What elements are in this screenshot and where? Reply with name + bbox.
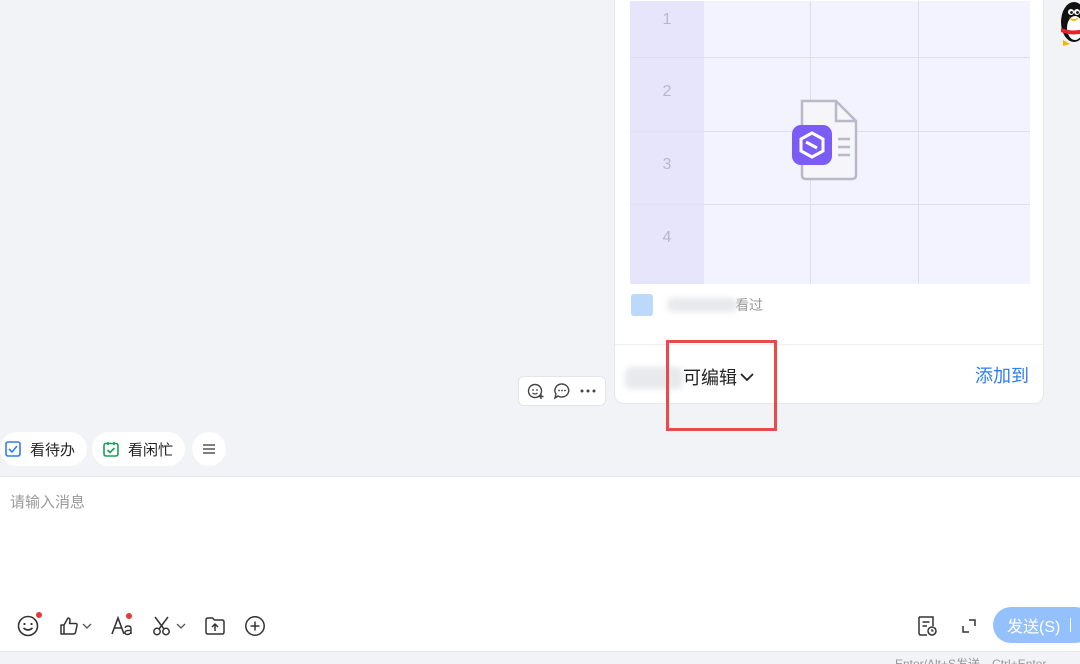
chevron-down-icon — [82, 623, 92, 629]
upload-file-icon — [205, 617, 225, 635]
history-icon — [918, 616, 937, 636]
send-button[interactable]: 发送(S) — [993, 607, 1080, 643]
message-actions — [518, 376, 606, 406]
busy-status-chip[interactable]: 看闲忙 — [92, 432, 186, 466]
thumbs-up-button[interactable] — [58, 615, 92, 637]
highlight-annotation — [666, 340, 777, 431]
viewed-label: 看过 — [735, 297, 763, 313]
more-apps-button[interactable] — [244, 615, 266, 637]
chevron-down-icon — [176, 623, 186, 629]
thumbs-up-icon — [60, 617, 78, 635]
document-file-icon — [792, 99, 858, 181]
expand-icon — [962, 619, 976, 633]
font-format-button[interactable] — [110, 613, 134, 637]
comment-icon[interactable] — [553, 382, 571, 400]
add-to-button[interactable]: 添加到 — [975, 362, 1029, 388]
screenshot-button[interactable] — [152, 615, 186, 637]
send-shortcut-hint: Enter/Alt+S发送，Ctrl+Enter — [895, 657, 1047, 664]
calendar-check-icon — [102, 440, 120, 458]
history-button[interactable] — [915, 613, 939, 639]
row-number: 2 — [662, 83, 672, 100]
notification-dot — [126, 613, 132, 619]
checkbox-icon — [4, 440, 22, 458]
expand-editor-button[interactable] — [960, 613, 978, 639]
penguin-icon — [1061, 2, 1080, 46]
menu-icon — [203, 444, 215, 454]
plus-circle-icon — [245, 616, 265, 636]
more-shortcuts-button[interactable] — [192, 432, 226, 466]
row-number: 3 — [662, 156, 672, 173]
message-composer: 发送(S) — [0, 476, 1080, 652]
message-input[interactable] — [10, 491, 890, 591]
avatar — [631, 294, 653, 316]
send-options-divider — [1070, 618, 1072, 632]
composer-toolbar — [16, 612, 284, 639]
sender-avatar[interactable] — [1058, 0, 1080, 46]
todo-chip[interactable]: 看待办 — [0, 432, 88, 466]
add-reaction-icon[interactable] — [527, 382, 545, 400]
more-icon[interactable] — [579, 382, 597, 400]
send-file-button[interactable] — [204, 615, 226, 637]
blurred-name — [667, 298, 737, 312]
document-preview[interactable]: 1 2 3 4 — [630, 1, 1030, 284]
scissors-icon — [153, 616, 170, 636]
todo-chip-label: 看待办 — [30, 441, 76, 459]
notification-dot — [36, 612, 42, 618]
row-number: 1 — [662, 11, 672, 28]
shared-info-row: 看过 — [631, 293, 763, 317]
emoji-icon — [17, 615, 39, 637]
send-button-label: 发送(S) — [1007, 619, 1061, 636]
emoji-button[interactable] — [16, 612, 42, 638]
busy-chip-label: 看闲忙 — [128, 441, 174, 459]
row-number: 4 — [662, 229, 672, 246]
